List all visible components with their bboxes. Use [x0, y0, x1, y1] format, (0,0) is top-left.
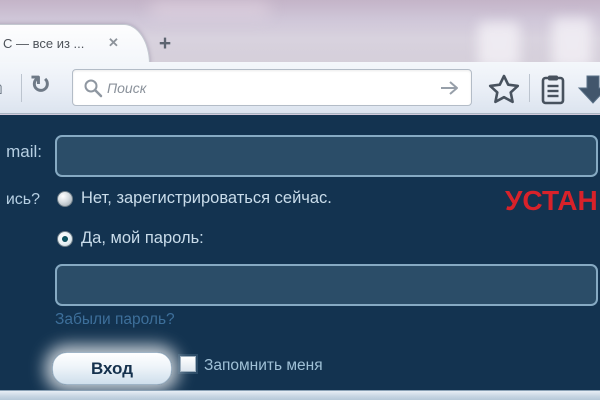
radio-option-yes[interactable]: Да, мой пароль:	[57, 229, 204, 248]
browser-window: С — все из ... ✕ + ⌂ ↻ mail: ис	[0, 0, 600, 400]
login-button[interactable]: Вход	[52, 352, 172, 385]
search-input[interactable]	[107, 72, 427, 103]
tab-title: С — все из ...	[3, 36, 84, 51]
radio-no-label[interactable]: Нет, зарегистрироваться сейчас.	[81, 189, 332, 208]
toolbar-divider	[529, 74, 530, 102]
go-arrow-icon[interactable]	[439, 78, 461, 98]
install-alert-text: УСТАН	[505, 185, 598, 217]
radio-selected-dot	[62, 236, 68, 242]
radio-yes-icon[interactable]	[57, 231, 73, 247]
email-input[interactable]	[55, 135, 598, 177]
clipboard-icon[interactable]	[538, 74, 568, 106]
remember-me-checkbox[interactable]	[180, 356, 196, 372]
remember-me-label[interactable]: Запомнить меня	[204, 357, 323, 375]
password-input[interactable]	[55, 264, 598, 306]
theme-blur-shape	[552, 18, 592, 68]
toolbar-divider	[21, 74, 22, 102]
new-tab-button[interactable]: +	[150, 28, 180, 60]
radio-no-icon[interactable]	[57, 191, 73, 207]
registered-question-label: ись?	[0, 191, 40, 209]
search-bar[interactable]	[72, 69, 472, 106]
tab-close-icon[interactable]: ✕	[108, 35, 119, 51]
status-strip	[0, 390, 600, 400]
home-icon[interactable]: ⌂	[0, 70, 4, 101]
active-tab[interactable]: С — все из ... ✕	[0, 24, 150, 64]
email-label: mail:	[0, 142, 42, 162]
reload-icon[interactable]: ↻	[30, 70, 51, 100]
radio-option-no[interactable]: Нет, зарегистрироваться сейчас.	[57, 189, 332, 208]
theme-blur-shape	[150, 2, 270, 16]
radio-yes-label[interactable]: Да, мой пароль:	[81, 229, 204, 248]
bookmark-star-icon[interactable]	[487, 73, 521, 105]
forgot-password-link[interactable]: Забыли пароль?	[55, 311, 175, 329]
search-icon	[83, 78, 103, 98]
download-arrow-icon[interactable]	[576, 72, 600, 106]
